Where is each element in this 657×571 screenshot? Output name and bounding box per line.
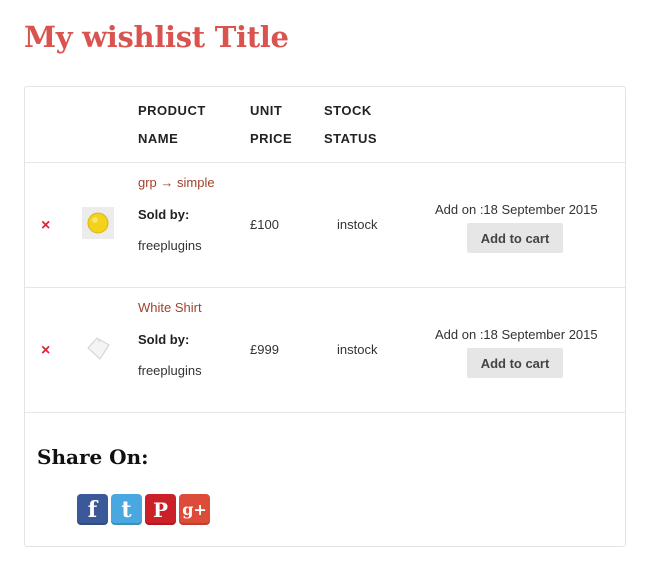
vendor-name: freeplugins <box>138 363 202 378</box>
share-icons: f t P g+ <box>77 494 210 525</box>
product-thumbnail[interactable] <box>82 207 114 239</box>
table-row: × grp → simple Sold by: freeplugins £100… <box>25 162 625 288</box>
sold-by-label: Sold by: <box>138 207 190 222</box>
col-price-label: PRICE <box>250 131 293 146</box>
unit-price: £100 <box>250 217 279 232</box>
vendor-name: freeplugins <box>138 238 202 253</box>
facebook-glyph: f <box>87 496 98 523</box>
table-header: PRODUCT NAME UNIT PRICE STOCK STATUS <box>25 87 625 163</box>
table-row: × White Shirt Sold by: freeplugins £999 … <box>25 287 625 413</box>
col-stock-status: STOCK STATUS <box>324 97 377 153</box>
remove-icon[interactable]: × <box>41 342 50 360</box>
product-name-link[interactable]: White Shirt <box>138 300 202 315</box>
sold-by-label: Sold by: <box>138 332 190 347</box>
googleplus-icon[interactable]: g+ <box>179 494 210 525</box>
page-title: My wishlist Title <box>24 20 289 54</box>
product-thumbnail[interactable] <box>82 332 114 364</box>
stock-status: instock <box>337 342 378 357</box>
col-product-label: PRODUCT <box>138 103 206 118</box>
share-title: Share On: <box>37 445 149 469</box>
col-product-name: PRODUCT NAME <box>138 97 206 153</box>
twitter-glyph: t <box>121 496 132 523</box>
col-status-label: STATUS <box>324 131 378 146</box>
pinterest-icon[interactable]: P <box>145 494 176 525</box>
add-to-cart-button[interactable]: Add to cart <box>467 348 563 378</box>
col-unit-price: UNIT PRICE <box>250 97 292 153</box>
yellow-pill-icon <box>82 207 114 239</box>
facebook-icon[interactable]: f <box>77 494 108 525</box>
product-name-link[interactable]: grp → simple <box>138 175 215 190</box>
pinterest-glyph: P <box>152 497 169 522</box>
stock-status: instock <box>337 217 378 232</box>
add-to-cart-button[interactable]: Add to cart <box>467 223 563 253</box>
twitter-icon[interactable]: t <box>111 494 142 525</box>
remove-icon[interactable]: × <box>41 217 50 235</box>
googleplus-glyph: g+ <box>182 500 207 519</box>
col-name-label: NAME <box>138 131 179 146</box>
added-date: Add on :18 September 2015 <box>435 327 598 342</box>
unit-price: £999 <box>250 342 279 357</box>
col-stock-label: STOCK <box>324 103 372 118</box>
white-shirt-icon <box>82 332 114 364</box>
col-unit-label: UNIT <box>250 103 283 118</box>
added-date: Add on :18 September 2015 <box>435 202 598 217</box>
wishlist-table: PRODUCT NAME UNIT PRICE STOCK STATUS × g… <box>24 86 626 547</box>
